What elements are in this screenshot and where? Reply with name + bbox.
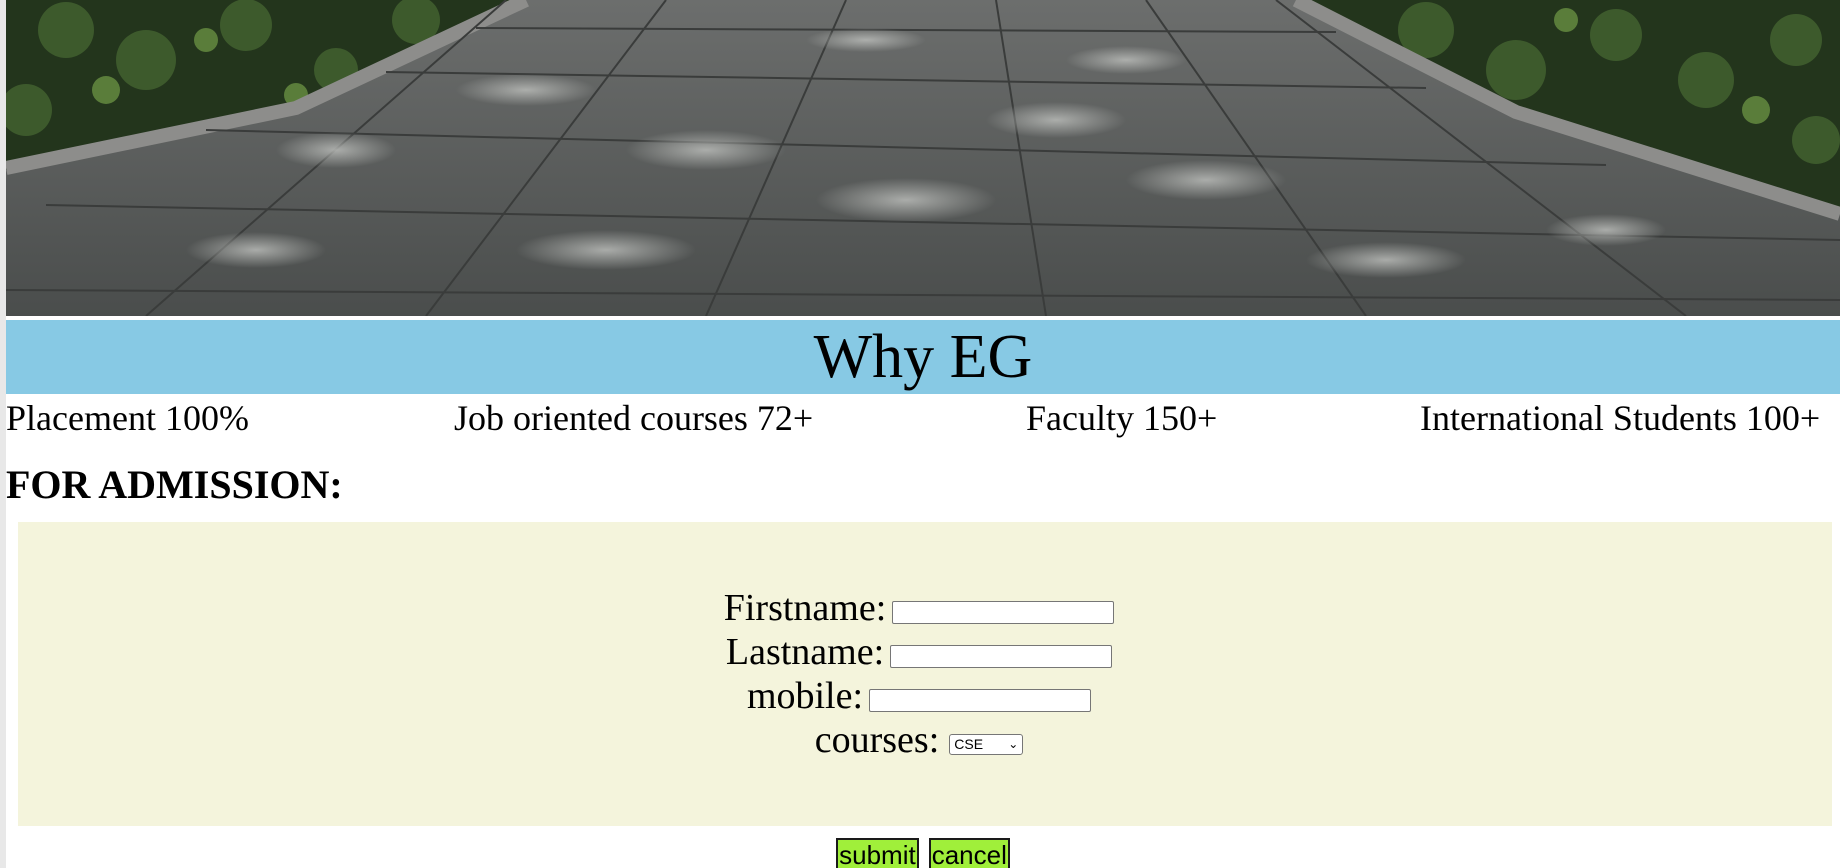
hero-image [6,0,1840,316]
chevron-down-icon: ⌄ [1008,737,1019,751]
submit-button[interactable]: submit [836,838,919,868]
firstname-input[interactable] [892,600,1115,624]
lastname-input[interactable] [890,644,1113,668]
cancel-button[interactable]: cancel [928,838,1010,868]
why-eg-title: Why EG [813,323,1033,391]
firstname-row: Firstname: [12,586,1826,630]
courses-selected-value: CSE [954,736,984,752]
page: Why EG Placement 100% Job oriented cours… [6,0,1840,868]
why-eg-banner: Why EG [6,320,1840,394]
form-buttons: submit cancel [6,838,1840,868]
courses-label: courses: [814,719,940,761]
stat-faculty: Faculty 150+ [1026,398,1218,438]
admission-heading: FOR ADMISSION: [6,462,343,507]
stat-placement: Placement 100% [6,398,249,438]
stat-job-courses: Job oriented courses 72+ [454,398,814,438]
stat-international-students: International Students 100+ [1420,398,1821,438]
lastname-row: Lastname: [12,630,1826,674]
firstname-label: Firstname: [723,587,887,629]
courses-row: courses: CSE ⌄ [12,718,1826,762]
mobile-label: mobile: [746,675,864,717]
mobile-row: mobile: [12,674,1826,718]
courses-select[interactable]: CSE ⌄ [949,733,1024,755]
mobile-input[interactable] [869,688,1092,712]
lastname-label: Lastname: [725,631,885,673]
